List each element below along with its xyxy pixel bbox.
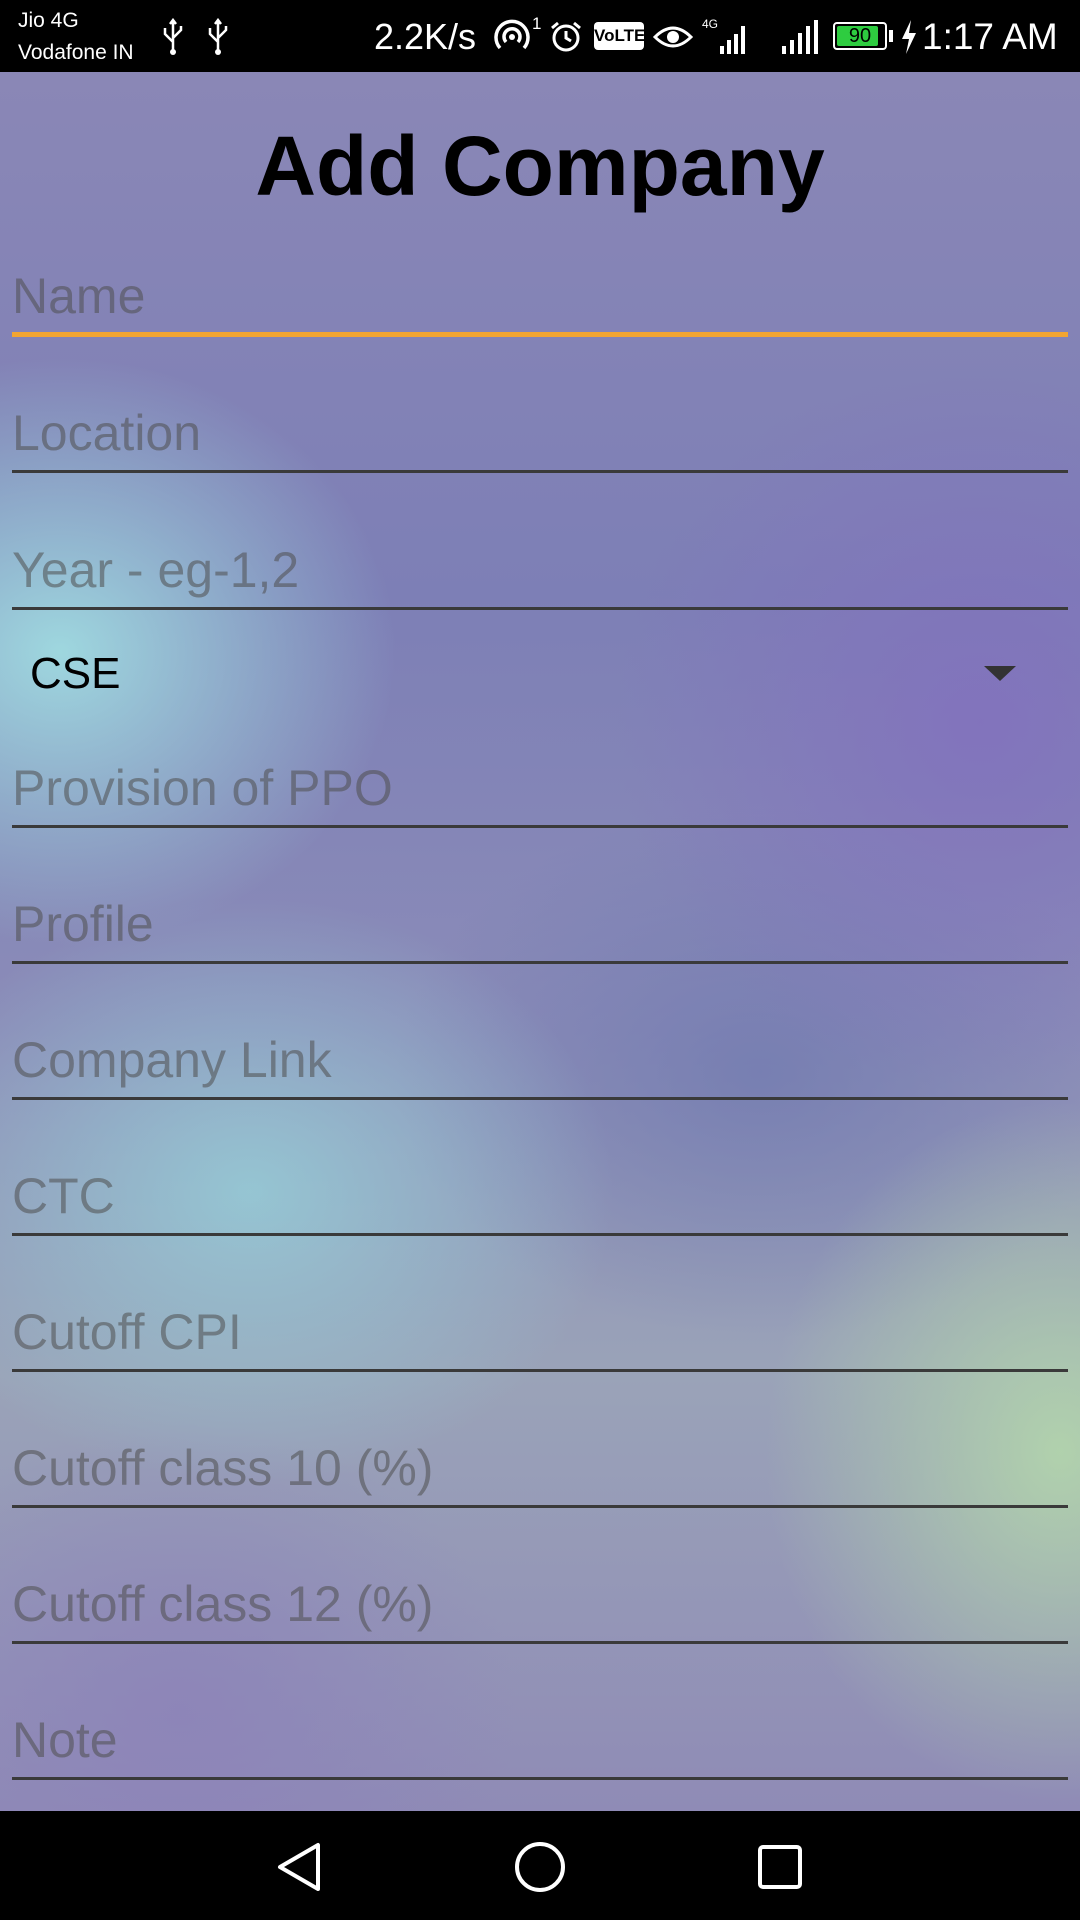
cutoff-class-10-input[interactable] (12, 1430, 1068, 1508)
cutoff-cpi-input[interactable] (12, 1294, 1068, 1372)
charging-icon (902, 20, 916, 54)
carrier-secondary: Vodafone IN (18, 41, 134, 64)
name-input[interactable] (12, 259, 1068, 337)
year-input[interactable] (12, 532, 1068, 610)
ppo-input[interactable] (12, 750, 1068, 828)
battery-nub (889, 30, 893, 42)
usb-icon (163, 18, 183, 55)
carrier-primary: Jio 4G (18, 9, 79, 32)
clock: 1:17 AM (922, 16, 1058, 57)
back-icon[interactable] (272, 1839, 328, 1895)
alarm-icon (551, 21, 581, 52)
add-company-form: Add Company CSE (0, 72, 1080, 1811)
network-speed: 2.2K/s (374, 16, 477, 57)
battery-icon: 90 (833, 22, 887, 50)
profile-input[interactable] (12, 886, 1068, 964)
volte-icon: VoLTE (594, 22, 645, 50)
branch-spinner-value: CSE (30, 649, 121, 698)
home-icon[interactable] (512, 1839, 568, 1895)
branch-spinner[interactable]: CSE (12, 636, 1068, 712)
lte-label: 4G (702, 17, 718, 31)
status-bar: Jio 4G Vodafone IN 2.2K/s 1 VoLTE 4G 90 … (0, 0, 1080, 72)
dropdown-arrow-icon (984, 666, 1016, 681)
usb-icon (208, 18, 228, 55)
ctc-input[interactable] (12, 1158, 1068, 1236)
lte-signal-icon: 4G (702, 17, 745, 54)
screen: Jio 4G Vodafone IN 2.2K/s 1 VoLTE 4G 90 … (0, 0, 1080, 1920)
cutoff-class-12-input[interactable] (12, 1566, 1068, 1644)
hotspot-count: 1 (532, 14, 542, 33)
location-input[interactable] (12, 395, 1068, 473)
signal-icon (782, 20, 818, 54)
page-title: Add Company (255, 119, 825, 213)
hotspot-icon (494, 19, 530, 50)
recents-icon[interactable] (752, 1839, 808, 1895)
company-link-input[interactable] (12, 1022, 1068, 1100)
eye-icon (653, 26, 693, 48)
navigation-bar (0, 1811, 1080, 1920)
note-input[interactable] (12, 1702, 1068, 1780)
battery-level: 90 (848, 25, 872, 47)
